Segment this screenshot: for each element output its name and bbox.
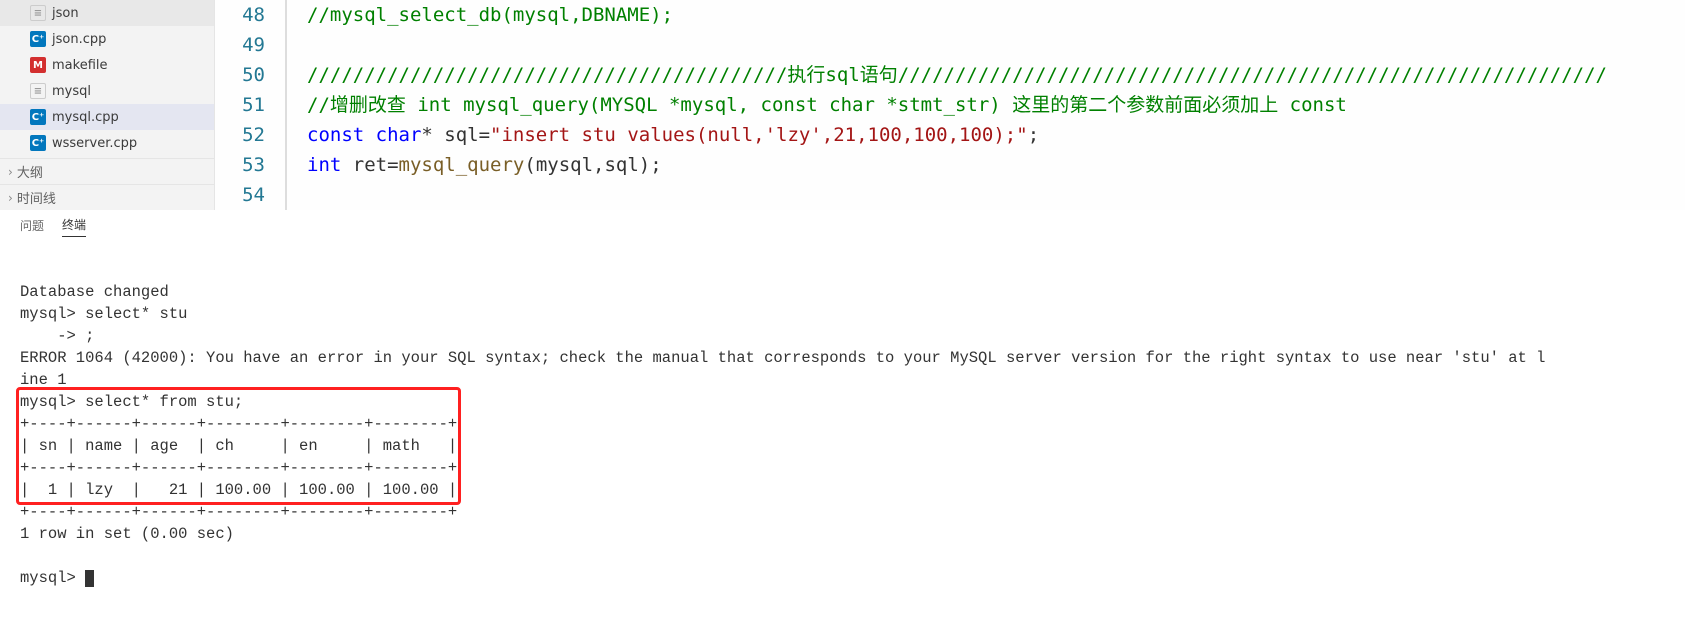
terminal-prompt: mysql> [20, 569, 85, 587]
outline-label: 大纲 [17, 162, 43, 181]
panel-tabs: 问题 终端 [0, 210, 1685, 243]
line-number: 53 [215, 150, 265, 180]
timeline-label: 时间线 [17, 188, 56, 207]
terminal-line: 1 row in set (0.00 sec) [20, 525, 234, 543]
mysql-file-icon: ≡ [30, 83, 46, 99]
file-label: mysql [52, 84, 91, 99]
file-item-mysql[interactable]: ≡ mysql [0, 78, 214, 104]
code-token: (mysql,sql); [524, 154, 661, 176]
code-token: ret= [341, 154, 398, 176]
file-label: wsserver.cpp [52, 136, 137, 151]
sidebar: ≡ json C⁺ json.cpp Mmakefile ≡ mysql C⁺ mysql.cp… [0, 0, 215, 210]
chevron-right-icon: › [8, 191, 13, 205]
code-token: int [307, 154, 341, 176]
code-editor[interactable]: 48495051525354 //mysql_select_db(mysql,D… [215, 0, 1685, 210]
code-token: "insert stu values(null,'lzy',21,100,100… [490, 124, 1028, 146]
line-number: 48 [215, 0, 265, 30]
terminal-line: | 1 | lzy | 21 | 100.00 | 100.00 | 100.0… [20, 481, 457, 499]
terminal-line: Database changed [20, 283, 169, 301]
file-item-wsserver-cpp[interactable]: C⁺ wsserver.cpp [0, 130, 214, 156]
file-item-makefile[interactable]: Mmakefile [0, 52, 214, 78]
code-token: //增删改查 int mysql_query(MYSQL *mysql, con… [307, 94, 1347, 116]
outline-section[interactable]: › 大纲 [0, 158, 214, 184]
terminal-line: mysql> select* from stu; [20, 393, 243, 411]
line-number: 54 [215, 180, 265, 210]
file-label: json.cpp [52, 32, 106, 47]
terminal-line: -> ; [20, 327, 94, 345]
code-token: ////////////////////////////////////////… [307, 64, 1607, 86]
cpp-file-icon: C⁺ [30, 109, 46, 125]
make-file-icon: M [30, 57, 46, 73]
timeline-section[interactable]: › 时间线 [0, 184, 214, 210]
code-token: char [364, 124, 421, 146]
chevron-right-icon: › [8, 165, 13, 179]
terminal-line: ERROR 1064 (42000): You have an error in… [20, 349, 1545, 367]
code-content[interactable]: //mysql_select_db(mysql,DBNAME); ///////… [285, 0, 1685, 210]
file-item-json-cpp[interactable]: C⁺ json.cpp [0, 26, 214, 52]
json-file-icon: ≡ [30, 5, 46, 21]
cpp-file-icon: C⁺ [30, 135, 46, 151]
line-number: 50 [215, 60, 265, 90]
line-number: 51 [215, 90, 265, 120]
terminal-line: +----+------+------+--------+--------+--… [20, 415, 457, 433]
code-token: //mysql_select_db(mysql,DBNAME); [307, 4, 673, 26]
line-number: 49 [215, 30, 265, 60]
file-list: ≡ json C⁺ json.cpp Mmakefile ≡ mysql C⁺ mysql.cp… [0, 0, 214, 158]
file-item-mysql-cpp[interactable]: C⁺ mysql.cpp [0, 104, 214, 130]
editor-area: ≡ json C⁺ json.cpp Mmakefile ≡ mysql C⁺ mysql.cp… [0, 0, 1685, 210]
line-gutter: 48495051525354 [215, 0, 285, 210]
terminal-line: ine 1 [20, 371, 67, 389]
terminal-line: mysql> select* stu [20, 305, 187, 323]
file-label: mysql.cpp [52, 110, 119, 125]
cpp-file-icon: C⁺ [30, 31, 46, 47]
tab-problems[interactable]: 问题 [20, 217, 44, 237]
terminal-cursor [85, 570, 94, 587]
file-item-json[interactable]: ≡ json [0, 0, 214, 26]
terminal-line: +----+------+------+--------+--------+--… [20, 503, 457, 521]
terminal-line: +----+------+------+--------+--------+--… [20, 459, 457, 477]
code-token: const [307, 124, 364, 146]
line-number: 52 [215, 120, 265, 150]
code-token: * sql= [421, 124, 490, 146]
terminal[interactable]: Database changed mysql> select* stu -> ;… [0, 243, 1685, 624]
code-token: ; [1028, 124, 1039, 146]
tab-terminal[interactable]: 终端 [62, 216, 86, 237]
terminal-line: | sn | name | age | ch | en | math | [20, 437, 457, 455]
file-label: makefile [52, 58, 108, 73]
file-label: json [52, 6, 79, 21]
code-token: mysql_query [399, 154, 525, 176]
